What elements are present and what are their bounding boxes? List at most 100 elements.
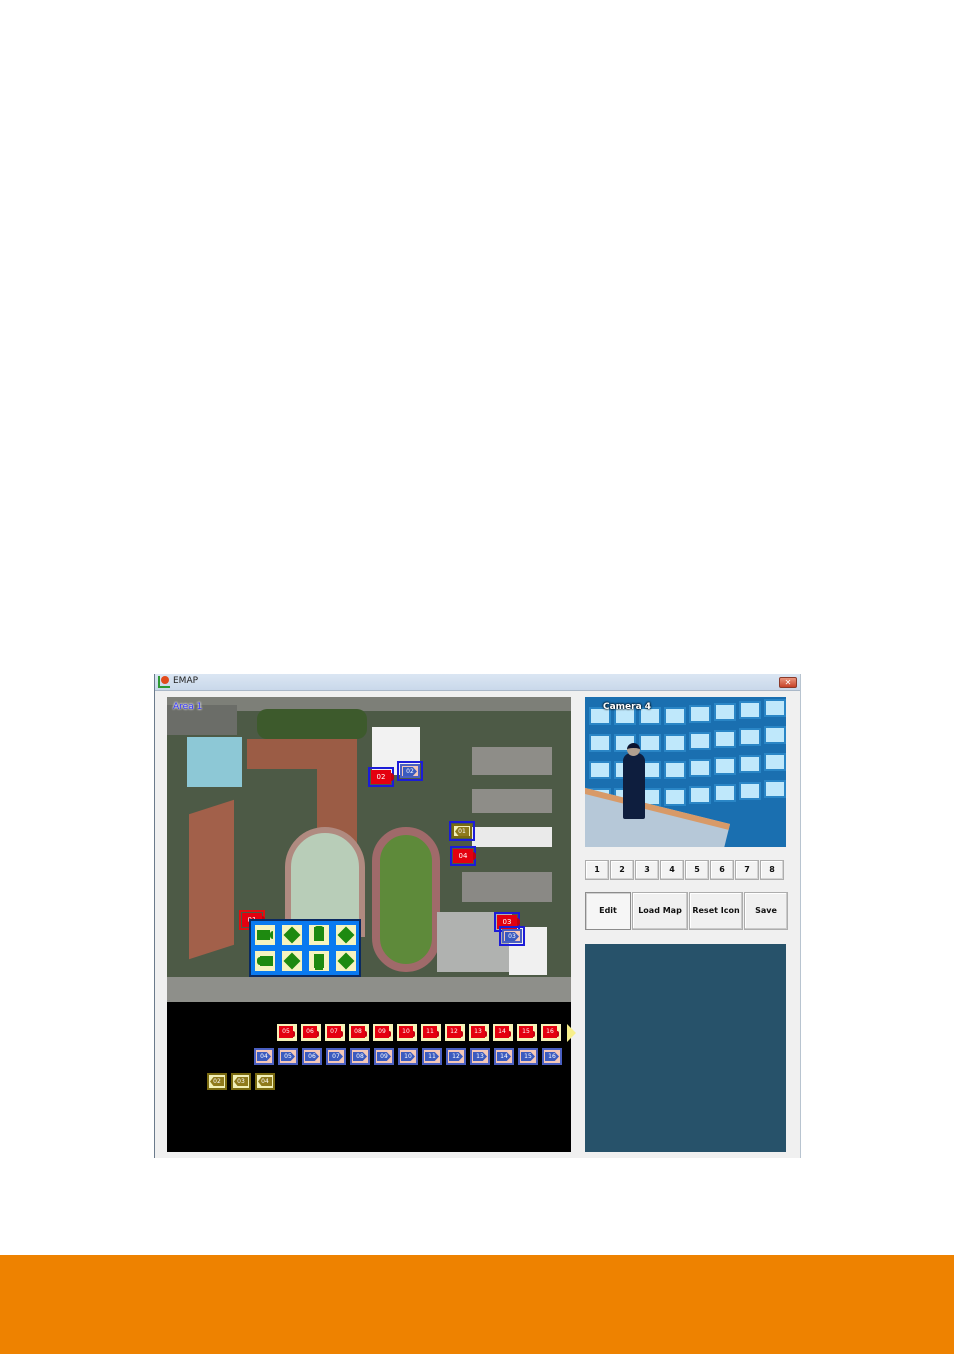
- camera-label: 08: [353, 1052, 367, 1061]
- preview-monitor: [689, 705, 711, 723]
- camera-label: 07: [327, 1026, 341, 1038]
- tray-camera-blue-04[interactable]: 04: [254, 1048, 274, 1065]
- camera-label: 06: [305, 1052, 319, 1061]
- tray-camera-blue-08[interactable]: 08: [350, 1048, 370, 1065]
- tray-camera-blue-07[interactable]: 07: [326, 1048, 346, 1065]
- map-camera-blue-02[interactable]: 02: [397, 761, 423, 781]
- tray-camera-blue-14[interactable]: 14: [494, 1048, 514, 1065]
- map-view[interactable]: Area 1 02 02 01 04 01 03 03: [167, 697, 571, 1002]
- tray-camera-red-13[interactable]: 13: [469, 1024, 489, 1041]
- tray-camera-red-16[interactable]: 16: [541, 1024, 561, 1041]
- camera-direction-right[interactable]: [255, 925, 275, 945]
- camera-label: 11: [423, 1026, 437, 1038]
- gold-camera-row: 02 03 04: [207, 1073, 275, 1090]
- map-camera-blue-03[interactable]: 03: [499, 926, 525, 946]
- preview-monitor: [664, 734, 686, 752]
- tray-camera-gold-02[interactable]: 02: [207, 1073, 227, 1090]
- map-grey-building-3: [462, 872, 552, 902]
- tray-camera-blue-10[interactable]: 10: [398, 1048, 418, 1065]
- tray-camera-gold-03[interactable]: 03: [231, 1073, 251, 1090]
- preview-monitor: [664, 788, 686, 806]
- tray-camera-red-05[interactable]: 05: [277, 1024, 297, 1041]
- tray-camera-blue-09[interactable]: 09: [374, 1048, 394, 1065]
- camera-label: 01: [455, 827, 469, 836]
- tray-camera-blue-11[interactable]: 11: [422, 1048, 442, 1065]
- camera-direction-up-left[interactable]: [282, 951, 302, 971]
- camera-direction-down-right[interactable]: [282, 925, 302, 945]
- camera-label: 13: [473, 1052, 487, 1061]
- emap-app-icon: [158, 676, 170, 688]
- camera-label: 04: [257, 1052, 271, 1061]
- close-button[interactable]: ✕: [779, 677, 797, 688]
- tray-camera-gold-04[interactable]: 04: [255, 1073, 275, 1090]
- tray-camera-blue-13[interactable]: 13: [470, 1048, 490, 1065]
- load-map-button[interactable]: Load Map: [632, 892, 688, 930]
- camera-label: 10: [401, 1052, 415, 1061]
- map-camera-red-03[interactable]: 03: [494, 912, 520, 932]
- map-trees-top: [257, 709, 367, 739]
- channel-button-1[interactable]: 1: [585, 860, 609, 880]
- map-camera-red-04[interactable]: 04: [450, 846, 476, 866]
- tray-camera-blue-06[interactable]: 06: [302, 1048, 322, 1065]
- camera-direction-left[interactable]: [255, 951, 275, 971]
- camera-label: 07: [329, 1052, 343, 1061]
- tray-camera-blue-05[interactable]: 05: [278, 1048, 298, 1065]
- camera-direction-up-right[interactable]: [336, 951, 356, 971]
- camera-label: 15: [521, 1052, 535, 1061]
- tray-camera-red-06[interactable]: 06: [301, 1024, 321, 1041]
- map-red-roof-west: [189, 799, 234, 960]
- tray-camera-red-10[interactable]: 10: [397, 1024, 417, 1041]
- camera-label: 03: [505, 932, 519, 941]
- camera-label: Camera 4: [603, 702, 652, 712]
- tray-camera-red-11[interactable]: 11: [421, 1024, 441, 1041]
- red-camera-row: 05 06 07 08 09 10 11 12 13 14 15 16: [277, 1024, 576, 1042]
- channel-button-6[interactable]: 6: [710, 860, 734, 880]
- map-camera-gold-01[interactable]: 01: [449, 821, 475, 841]
- camera-direction-picker: [249, 919, 361, 977]
- tray-camera-red-08[interactable]: 08: [349, 1024, 369, 1041]
- camera-label: 16: [543, 1026, 557, 1038]
- camera-label: 08: [351, 1026, 365, 1038]
- camera-direction-down-left[interactable]: [336, 925, 356, 945]
- tray-camera-red-15[interactable]: 15: [517, 1024, 537, 1041]
- channel-button-3[interactable]: 3: [635, 860, 659, 880]
- emap-window: EMAP ✕ Area 1 02 02 01 04 01 03 03: [154, 674, 801, 1158]
- reset-icon-button[interactable]: Reset Icon: [689, 892, 743, 930]
- camera-label: 14: [495, 1026, 509, 1038]
- preview-monitor: [764, 699, 786, 717]
- preview-monitor: [714, 784, 736, 802]
- channel-button-4[interactable]: 4: [660, 860, 684, 880]
- camera-label: 12: [447, 1026, 461, 1038]
- title-bar[interactable]: EMAP ✕: [155, 674, 800, 691]
- next-page-arrow-icon[interactable]: [567, 1024, 576, 1042]
- info-panel: [585, 944, 786, 1152]
- camera-label: 12: [449, 1052, 463, 1061]
- edit-button[interactable]: Edit: [585, 892, 631, 930]
- blue-camera-row: 04 05 06 07 08 09 10 11 12 13 14 15 16: [254, 1048, 562, 1065]
- tray-camera-red-09[interactable]: 09: [373, 1024, 393, 1041]
- camera-direction-down[interactable]: [309, 925, 329, 945]
- preview-monitor: [764, 753, 786, 771]
- preview-monitor: [739, 701, 761, 719]
- preview-monitor: [589, 734, 611, 752]
- channel-button-8[interactable]: 8: [760, 860, 784, 880]
- tray-camera-blue-12[interactable]: 12: [446, 1048, 466, 1065]
- channel-button-7[interactable]: 7: [735, 860, 759, 880]
- tray-camera-red-07[interactable]: 07: [325, 1024, 345, 1041]
- save-button[interactable]: Save: [744, 892, 788, 930]
- tray-camera-blue-16[interactable]: 16: [542, 1048, 562, 1065]
- channel-button-2[interactable]: 2: [610, 860, 634, 880]
- camera-label: 14: [497, 1052, 511, 1061]
- camera-label: 06: [303, 1026, 317, 1038]
- tray-camera-blue-15[interactable]: 15: [518, 1048, 538, 1065]
- preview-monitor: [664, 761, 686, 779]
- channel-button-5[interactable]: 5: [685, 860, 709, 880]
- preview-monitor: [639, 734, 661, 752]
- camera-direction-up[interactable]: [309, 951, 329, 971]
- camera-icon-tray: 05 06 07 08 09 10 11 12 13 14 15 16 04 05 06 07 08 09 10 1…: [167, 1002, 576, 1152]
- preview-monitor: [714, 730, 736, 748]
- map-grey-building-1: [472, 747, 552, 775]
- map-camera-red-02[interactable]: 02: [368, 767, 394, 787]
- tray-camera-red-14[interactable]: 14: [493, 1024, 513, 1041]
- tray-camera-red-12[interactable]: 12: [445, 1024, 465, 1041]
